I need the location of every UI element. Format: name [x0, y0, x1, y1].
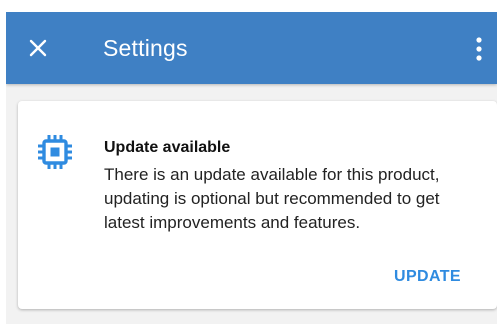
app-bar: Settings — [6, 12, 497, 84]
chip-icon — [38, 135, 72, 169]
overflow-menu-button[interactable] — [465, 34, 493, 64]
settings-screen: Settings Update available There is an up… — [6, 12, 497, 324]
close-button[interactable] — [22, 32, 54, 64]
card-title: Update available — [104, 139, 231, 156]
page-title: Settings — [103, 35, 188, 61]
card-message: There is an update available for this pr… — [104, 165, 440, 232]
update-available-card: Update available There is an update avai… — [18, 101, 497, 309]
more-vertical-icon — [476, 37, 482, 61]
close-icon — [29, 39, 47, 57]
update-button[interactable]: UPDATE — [394, 268, 461, 286]
